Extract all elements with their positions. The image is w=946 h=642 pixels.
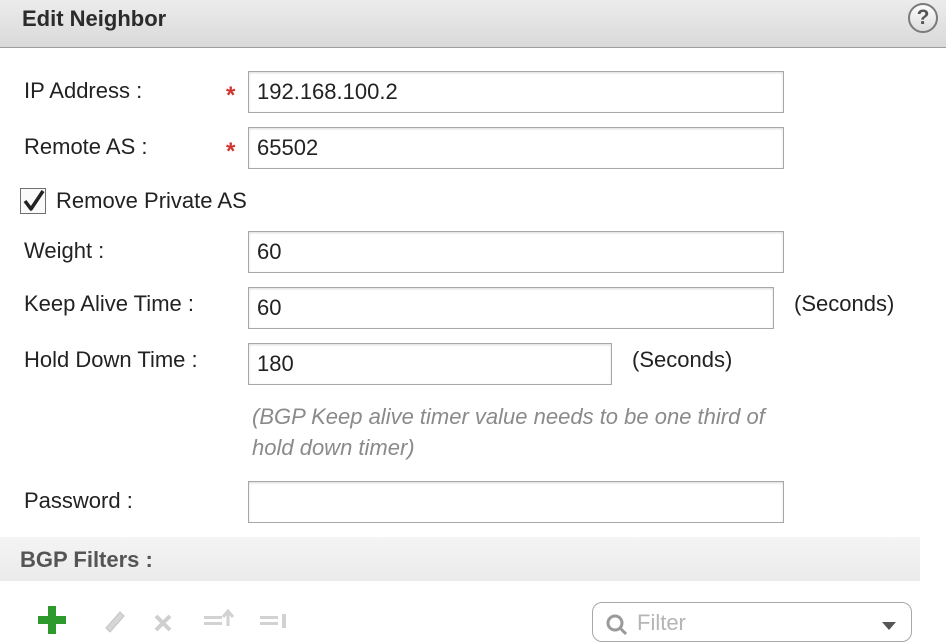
move-down-icon[interactable] (258, 606, 286, 628)
move-up-icon[interactable] (202, 606, 235, 626)
weight-label: Weight : (24, 238, 105, 263)
remove-private-as-label: Remove Private AS (56, 188, 247, 213)
weight-input[interactable] (248, 231, 784, 273)
keep-alive-time-input[interactable] (248, 287, 774, 329)
remote-as-input[interactable] (248, 127, 784, 169)
keep-alive-time-unit: (Seconds) (794, 291, 895, 316)
add-icon[interactable] (38, 606, 66, 634)
hold-down-time-label: Hold Down Time : (24, 347, 198, 372)
password-input[interactable] (248, 481, 784, 523)
hold-down-time-unit: (Seconds) (632, 347, 733, 372)
checkmark-icon (23, 190, 45, 211)
delete-icon[interactable] (150, 606, 178, 632)
bgp-filters-section-header: BGP Filters : (0, 537, 920, 581)
keep-alive-time-label: Keep Alive Time : (24, 291, 194, 316)
chevron-down-icon[interactable] (881, 621, 897, 631)
filter-box[interactable] (592, 602, 912, 642)
ip-address-required-marker: * (226, 82, 236, 109)
filter-input[interactable] (637, 609, 867, 637)
dialog-titlebar: Edit Neighbor ? (0, 0, 946, 48)
timer-hint-text: (BGP Keep alive timer value needs to be … (252, 404, 765, 460)
search-icon (606, 614, 628, 636)
ip-address-label: IP Address : (24, 78, 143, 103)
remote-as-label: Remote AS : (24, 134, 148, 159)
password-label: Password : (24, 488, 133, 513)
remote-as-required-marker: * (226, 138, 236, 165)
ip-address-input[interactable] (248, 71, 784, 113)
bgp-filters-title: BGP Filters : (20, 547, 153, 572)
hold-down-time-input[interactable] (248, 343, 612, 385)
edit-icon[interactable] (100, 606, 128, 633)
remove-private-as-checkbox[interactable] (20, 188, 46, 214)
help-icon[interactable]: ? (908, 3, 938, 33)
dialog-title: Edit Neighbor (22, 6, 167, 31)
